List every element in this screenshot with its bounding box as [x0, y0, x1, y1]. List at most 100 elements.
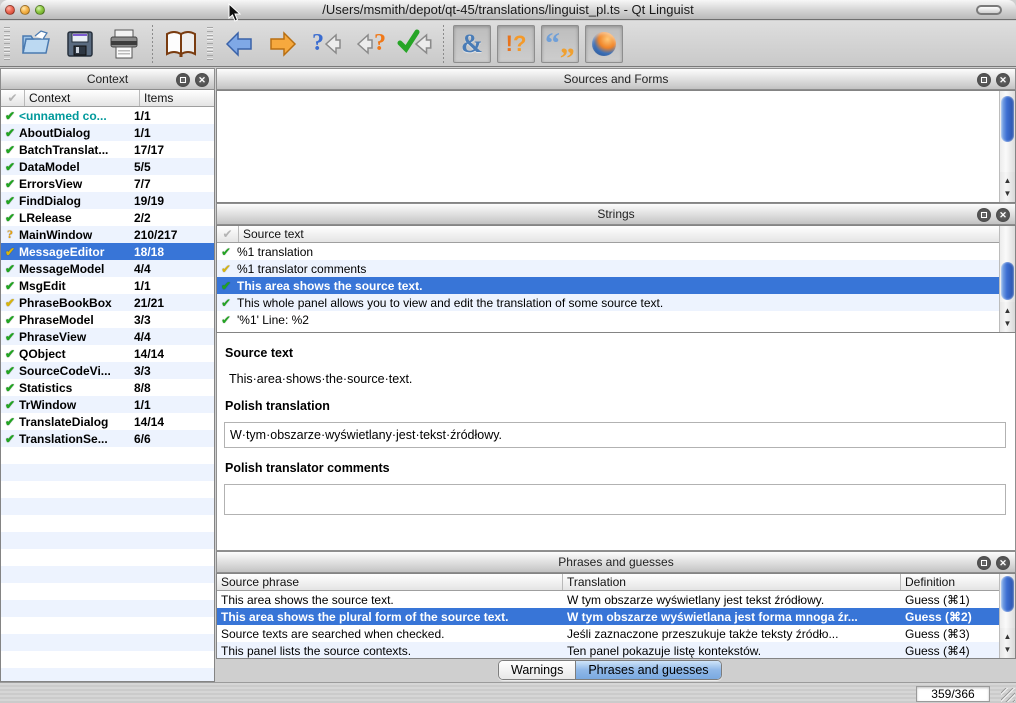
- tab-warnings[interactable]: Warnings: [499, 661, 575, 679]
- items-column-header[interactable]: Items: [140, 90, 214, 106]
- title-bar[interactable]: /Users/msmith/depot/qt-45/translations/l…: [0, 0, 1016, 20]
- phrase-definition: Guess (⌘2): [901, 610, 999, 624]
- print-button[interactable]: [104, 24, 144, 64]
- string-text: This area shows the source text.: [235, 279, 422, 293]
- status-check-icon: [1, 143, 19, 157]
- context-dock-titlebar[interactable]: Context ✕: [0, 68, 215, 90]
- definition-column-header[interactable]: Definition: [901, 574, 1015, 590]
- open-folder-icon: [19, 27, 53, 61]
- context-row[interactable]: BatchTranslat... 17/17: [1, 141, 214, 158]
- place-markers-toggle[interactable]: [585, 25, 623, 63]
- close-panel-icon[interactable]: ✕: [195, 73, 209, 87]
- close-panel-icon[interactable]: ✕: [996, 556, 1010, 570]
- context-name: QObject: [19, 347, 131, 361]
- context-row[interactable]: <unnamed co... 1/1: [1, 107, 214, 124]
- context-row[interactable]: SourceCodeVi... 3/3: [1, 362, 214, 379]
- context-row[interactable]: FindDialog 19/19: [1, 192, 214, 209]
- context-items-count: 1/1: [131, 109, 214, 123]
- context-row[interactable]: MessageEditor 18/18: [1, 243, 214, 260]
- float-panel-icon[interactable]: [977, 73, 991, 87]
- status-check-icon: [217, 279, 235, 293]
- context-items-count: 21/21: [131, 296, 214, 310]
- context-row[interactable]: PhraseView 4/4: [1, 328, 214, 345]
- sources-scrollbar[interactable]: ▲▼: [999, 91, 1015, 202]
- phrasebook-button[interactable]: [161, 24, 201, 64]
- status-check-icon: [1, 227, 19, 242]
- done-and-next-button[interactable]: [395, 24, 435, 64]
- source-text-column-header[interactable]: Source text: [239, 226, 1015, 242]
- phrases-scrollbar[interactable]: ▲▼: [999, 574, 1015, 658]
- string-row[interactable]: %1 translator comments: [217, 260, 999, 277]
- context-row[interactable]: TranslateDialog 14/14: [1, 413, 214, 430]
- save-file-button[interactable]: [60, 24, 100, 64]
- source-phrase-column-header[interactable]: Source phrase: [217, 574, 563, 590]
- phrase-row[interactable]: This area shows the source text. W tym o…: [217, 591, 999, 608]
- source-text-value: This·area·shows·the·source·text.: [229, 372, 1015, 386]
- next-unfinished-button[interactable]: ?: [351, 24, 391, 64]
- string-row[interactable]: %1 translation: [217, 243, 999, 260]
- translator-comments-input[interactable]: [224, 484, 1006, 515]
- float-panel-icon[interactable]: [977, 208, 991, 222]
- phrases-list: This area shows the source text. W tym o…: [217, 591, 999, 659]
- strings-scrollbar[interactable]: ▲▼: [999, 226, 1015, 332]
- scrollbar-arrows[interactable]: ▲▼: [1000, 628, 1015, 658]
- scrollbar-thumb[interactable]: [1001, 262, 1014, 300]
- context-row[interactable]: TranslationSe... 6/6: [1, 430, 214, 447]
- scrollbar-arrows[interactable]: ▲▼: [1000, 172, 1015, 202]
- close-panel-icon[interactable]: ✕: [996, 208, 1010, 222]
- string-row[interactable]: This whole panel allows you to view and …: [217, 294, 999, 311]
- context-row[interactable]: AboutDialog 1/1: [1, 124, 214, 141]
- context-row[interactable]: PhraseBookBox 21/21: [1, 294, 214, 311]
- context-row[interactable]: TrWindow 1/1: [1, 396, 214, 413]
- status-check-icon: [1, 415, 19, 429]
- phrase-matches-toggle[interactable]: “„: [541, 25, 579, 63]
- open-file-button[interactable]: [16, 24, 56, 64]
- strings-dock-titlebar[interactable]: Strings ✕: [216, 203, 1016, 225]
- context-row[interactable]: PhraseModel 3/3: [1, 311, 214, 328]
- context-name: PhraseModel: [19, 313, 131, 327]
- scrollbar-arrows[interactable]: ▲▼: [1000, 302, 1015, 332]
- context-column-header[interactable]: Context: [25, 90, 140, 106]
- context-row[interactable]: LRelease 2/2: [1, 209, 214, 226]
- phrase-source: This area shows the source text.: [217, 593, 563, 607]
- context-row[interactable]: QObject 14/14: [1, 345, 214, 362]
- string-text: %1 translator comments: [235, 262, 366, 276]
- context-row[interactable]: DataModel 5/5: [1, 158, 214, 175]
- translation-label: Polish translation: [225, 399, 1015, 413]
- strings-table-header[interactable]: Source text: [217, 226, 1015, 243]
- phrasebook-icon: [163, 28, 199, 60]
- close-panel-icon[interactable]: ✕: [996, 73, 1010, 87]
- context-row[interactable]: MsgEdit 1/1: [1, 277, 214, 294]
- context-row[interactable]: Statistics 8/8: [1, 379, 214, 396]
- toolbar-drag-handle[interactable]: [207, 27, 213, 61]
- float-panel-icon[interactable]: [977, 556, 991, 570]
- resize-grip[interactable]: [1001, 688, 1015, 702]
- translation-column-header[interactable]: Translation: [563, 574, 901, 590]
- phrase-row[interactable]: This panel lists the source contexts. Te…: [217, 642, 999, 659]
- context-row[interactable]: MainWindow 210/217: [1, 226, 214, 243]
- phrase-row[interactable]: Source texts are searched when checked. …: [217, 625, 999, 642]
- context-table-header[interactable]: Context Items: [1, 90, 214, 107]
- string-row[interactable]: '%1' Line: %2: [217, 311, 999, 328]
- phrases-table-header[interactable]: Source phrase Translation Definition: [217, 574, 1015, 591]
- translation-input[interactable]: [224, 422, 1006, 448]
- scrollbar-thumb[interactable]: [1001, 576, 1014, 612]
- phrases-dock-titlebar[interactable]: Phrases and guesses ✕: [216, 551, 1016, 573]
- float-panel-icon[interactable]: [176, 73, 190, 87]
- toolbar-toggle-lozenge[interactable]: [976, 5, 1002, 15]
- tab-phrases-and-guesses[interactable]: Phrases and guesses: [575, 661, 720, 679]
- context-row[interactable]: MessageModel 4/4: [1, 260, 214, 277]
- scrollbar-thumb[interactable]: [1001, 96, 1014, 142]
- context-row[interactable]: ErrorsView 7/7: [1, 175, 214, 192]
- ending-punctuation-toggle[interactable]: !?: [497, 25, 535, 63]
- status-check-icon: [217, 245, 235, 259]
- phrase-row[interactable]: This area shows the plural form of the s…: [217, 608, 999, 625]
- accelerators-toggle[interactable]: &: [453, 25, 491, 63]
- sources-dock-titlebar[interactable]: Sources and Forms ✕: [216, 68, 1016, 90]
- prev-unfinished-button[interactable]: ?: [307, 24, 347, 64]
- context-items-count: 4/4: [131, 330, 214, 344]
- next-button[interactable]: [263, 24, 303, 64]
- prev-button[interactable]: [219, 24, 259, 64]
- toolbar-drag-handle[interactable]: [4, 27, 10, 61]
- string-row[interactable]: This area shows the source text.: [217, 277, 999, 294]
